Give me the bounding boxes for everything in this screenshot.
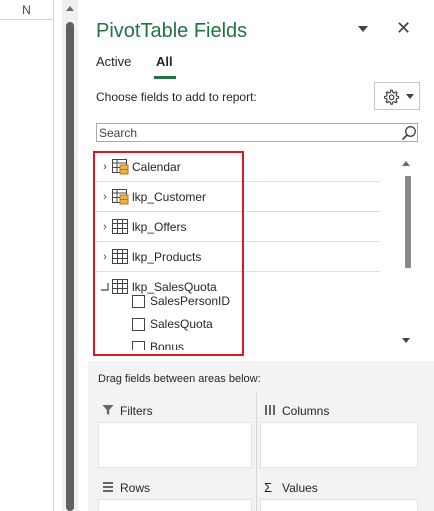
tab-all[interactable]: All (156, 54, 173, 69)
search-input[interactable] (99, 125, 389, 140)
drag-fields-label: Drag fields between areas below: (98, 373, 261, 385)
worksheet-column-cells[interactable] (0, 20, 54, 511)
filters-area-label: Filters (120, 404, 153, 418)
worksheet-area[interactable]: N (0, 0, 62, 511)
red-highlight-box (93, 151, 244, 356)
filter-icon (102, 405, 114, 415)
columns-drop-zone[interactable] (260, 422, 418, 468)
columns-icon (265, 405, 275, 415)
values-drop-zone[interactable] (260, 499, 418, 511)
values-area-label: Values (282, 481, 318, 495)
chevron-down-icon (406, 94, 414, 99)
rows-drop-zone[interactable] (98, 499, 252, 511)
worksheet-scroll-thumb[interactable] (66, 22, 74, 511)
areas-divider (256, 393, 257, 511)
field-list-scroll-thumb[interactable] (405, 176, 411, 268)
gear-icon (384, 89, 400, 105)
search-field[interactable] (96, 123, 418, 142)
rows-icon (103, 482, 113, 492)
field-list-settings-button[interactable] (374, 82, 420, 110)
scroll-down-arrow-icon[interactable] (402, 338, 410, 343)
pane-options-dropdown-icon[interactable] (358, 26, 368, 32)
active-tab-indicator (154, 76, 176, 79)
rows-area-label: Rows (120, 481, 151, 495)
tab-active[interactable]: Active (96, 54, 131, 69)
scroll-up-arrow-icon[interactable] (402, 161, 410, 166)
choose-fields-label: Choose fields to add to report: (96, 90, 257, 104)
filters-drop-zone[interactable] (98, 422, 252, 468)
close-icon[interactable]: ✕ (396, 17, 411, 39)
pivot-fields-pane: PivotTable Fields ✕ Active All Choose fi… (84, 0, 434, 511)
columns-area-label: Columns (282, 404, 330, 418)
search-icon[interactable] (401, 125, 417, 141)
scroll-up-arrow-icon[interactable] (66, 6, 74, 11)
pane-title: PivotTable Fields (96, 20, 248, 42)
column-header-n[interactable]: N (0, 0, 54, 20)
sigma-icon: Σ (264, 480, 273, 495)
